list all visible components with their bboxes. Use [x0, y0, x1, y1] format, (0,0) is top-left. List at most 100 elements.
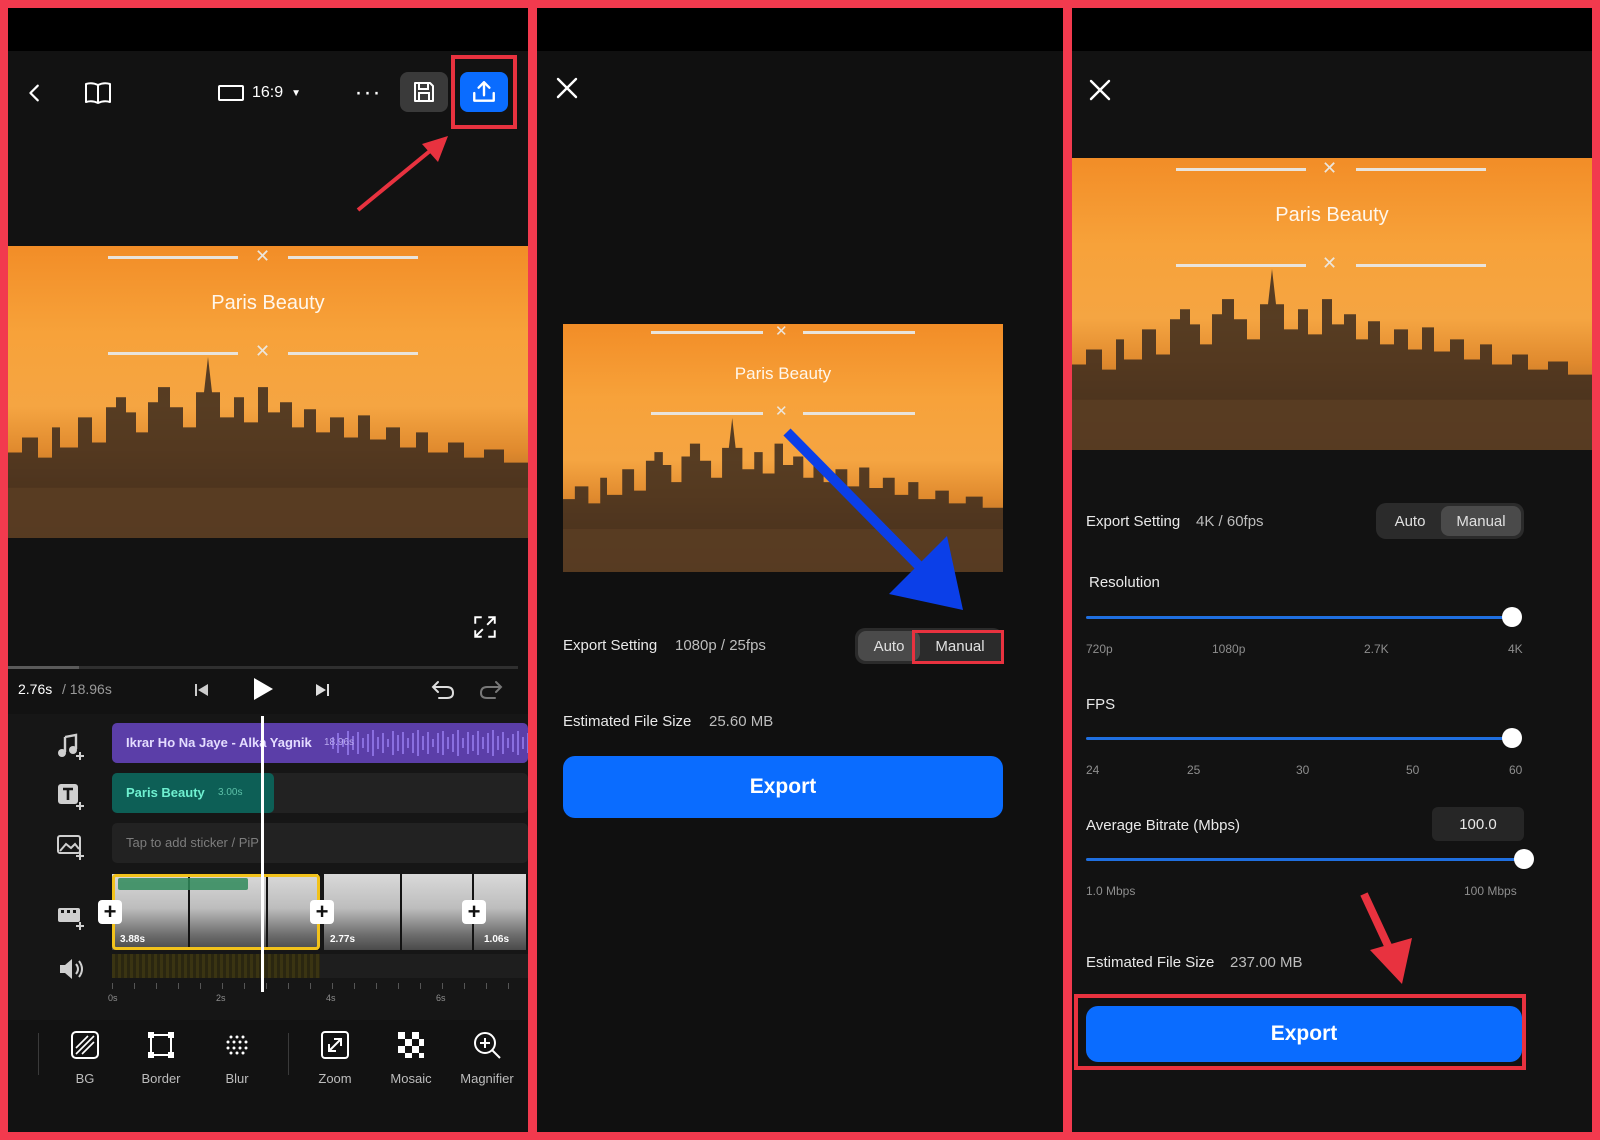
border-icon: [148, 1032, 174, 1058]
plus-icon: +: [315, 899, 329, 924]
text-add-icon: [58, 784, 84, 810]
bitrate-slider[interactable]: [1086, 858, 1522, 861]
image-add-icon: [57, 835, 84, 860]
sticker-lane[interactable]: Tap to add sticker / PiP: [112, 823, 528, 863]
aspect-ratio-selector[interactable]: 16:9 ▼: [218, 80, 318, 106]
tool-bg[interactable]: BG: [50, 1030, 120, 1086]
more-dots-icon: ···: [354, 79, 382, 106]
mode-toggle[interactable]: Auto Manual: [1376, 503, 1524, 539]
text-track[interactable]: Paris Beauty 3.00s: [112, 773, 274, 813]
title-delete-icon: ✕: [1322, 158, 1338, 178]
clip-duration: 3.88s: [120, 934, 146, 945]
manual-highlight-box: [912, 630, 1004, 664]
expand-icon: [474, 616, 496, 638]
mode-auto[interactable]: Auto: [1379, 506, 1441, 536]
play-button[interactable]: [248, 674, 278, 704]
text-track-label: Paris Beauty: [126, 785, 205, 800]
close-button[interactable]: [1084, 74, 1116, 106]
clip-effect-bar: [118, 878, 248, 890]
speaker-icon: [60, 959, 83, 979]
bg-icon: [71, 1031, 99, 1059]
resolution-slider-knob[interactable]: [1502, 607, 1522, 627]
add-transition-button[interactable]: +: [462, 899, 486, 924]
export-setting-label: Export Setting: [563, 637, 658, 654]
skip-back-button[interactable]: [190, 678, 214, 702]
tool-mosaic[interactable]: Mosaic: [376, 1030, 446, 1086]
export-setting-value: 4K / 60fps: [1196, 513, 1264, 530]
total-time: / 18.96s: [62, 681, 112, 697]
export-button[interactable]: Export: [563, 756, 1003, 818]
bitrate-input[interactable]: 100.0: [1432, 807, 1524, 841]
blur-icon: [226, 1035, 248, 1055]
annotation-arrow-red: [356, 136, 448, 212]
fullscreen-button[interactable]: [470, 612, 500, 642]
time-ruler: 0s 2s 4s 6s: [108, 983, 528, 1009]
mode-manual[interactable]: Manual: [1441, 506, 1521, 536]
title-delete-icon: ✕: [775, 324, 788, 340]
save-icon: [414, 82, 434, 102]
add-transition-button[interactable]: +: [310, 899, 334, 924]
city-skyline: [1072, 268, 1592, 450]
redo-button[interactable]: [476, 676, 506, 704]
tool-border[interactable]: Border: [126, 1030, 196, 1086]
annotation-arrow-blue: [783, 428, 963, 610]
skip-forward-button[interactable]: [310, 678, 334, 702]
title-delete-icon: ✕: [255, 246, 271, 266]
book-icon: [85, 82, 111, 104]
export-setting-label: Export Setting: [1086, 513, 1181, 530]
plus-icon: +: [467, 899, 481, 924]
export-panel-manual: ✕ Paris Beauty ✕ Export Setting 4K / 60f…: [1072, 8, 1592, 1132]
video-preview: ✕ Paris Beauty ✕: [1072, 158, 1592, 450]
status-bar: [8, 8, 528, 51]
add-transition-button[interactable]: +: [98, 899, 122, 924]
add-music-button[interactable]: [54, 730, 88, 764]
resolution-label: Resolution: [1089, 574, 1160, 591]
title-delete-icon: ✕: [775, 403, 788, 420]
video-preview: ✕ Paris Beauty ✕: [8, 246, 528, 538]
export-panel-auto: ✕ Paris Beauty ✕ Export Setting 1080p / …: [537, 8, 1063, 1132]
original-audio-lane[interactable]: [112, 954, 528, 978]
fps-slider-knob[interactable]: [1502, 728, 1522, 748]
magnifier-icon: [474, 1032, 501, 1059]
fps-label: FPS: [1086, 696, 1116, 713]
add-sticker-button[interactable]: [54, 830, 88, 864]
annotation-arrow-red: [1360, 892, 1412, 984]
mosaic-icon: [398, 1032, 424, 1058]
status-bar: [1072, 8, 1592, 51]
tool-blur[interactable]: Blur: [202, 1030, 272, 1086]
clip-duration: 1.06s: [484, 934, 510, 945]
playback-progress[interactable]: [8, 666, 518, 669]
file-size-label: Estimated File Size: [563, 713, 692, 730]
tool-magnifier[interactable]: Magnifier: [452, 1030, 522, 1086]
preview-title: Paris Beauty: [734, 364, 832, 383]
tool-zoom[interactable]: Zoom: [300, 1030, 370, 1086]
save-button[interactable]: [400, 72, 448, 112]
tutorial-button[interactable]: [80, 76, 116, 110]
undo-button[interactable]: [428, 676, 458, 704]
clip-duration: 2.77s: [330, 934, 356, 945]
film-add-icon: [58, 908, 84, 930]
add-clip-button[interactable]: [54, 900, 88, 934]
close-button[interactable]: [551, 72, 583, 104]
status-bar: [537, 8, 1063, 51]
fps-slider[interactable]: [1086, 737, 1512, 740]
export-highlight-box: [1074, 994, 1526, 1070]
music-add-icon: [58, 733, 84, 760]
audio-button[interactable]: [54, 952, 88, 986]
playhead[interactable]: [261, 716, 264, 992]
music-track[interactable]: Ikrar Ho Na Jaye - Alka Yagnik 18.96s: [112, 723, 528, 763]
bitrate-slider-knob[interactable]: [1514, 849, 1534, 869]
add-text-button[interactable]: [54, 780, 88, 814]
mode-auto[interactable]: Auto: [858, 631, 920, 661]
skip-start-icon: [195, 684, 208, 696]
resolution-slider[interactable]: [1086, 616, 1512, 619]
preview-title: Paris Beauty: [211, 292, 325, 314]
play-icon: [254, 678, 273, 700]
file-size-value: 25.60 MB: [709, 713, 774, 730]
more-button[interactable]: ···: [352, 79, 384, 106]
redo-icon: [479, 681, 503, 699]
bitrate-label: Average Bitrate (Mbps): [1086, 817, 1240, 834]
sticker-placeholder: Tap to add sticker / PiP: [126, 835, 259, 850]
file-size-label: Estimated File Size: [1086, 954, 1215, 971]
back-button[interactable]: [20, 78, 50, 108]
